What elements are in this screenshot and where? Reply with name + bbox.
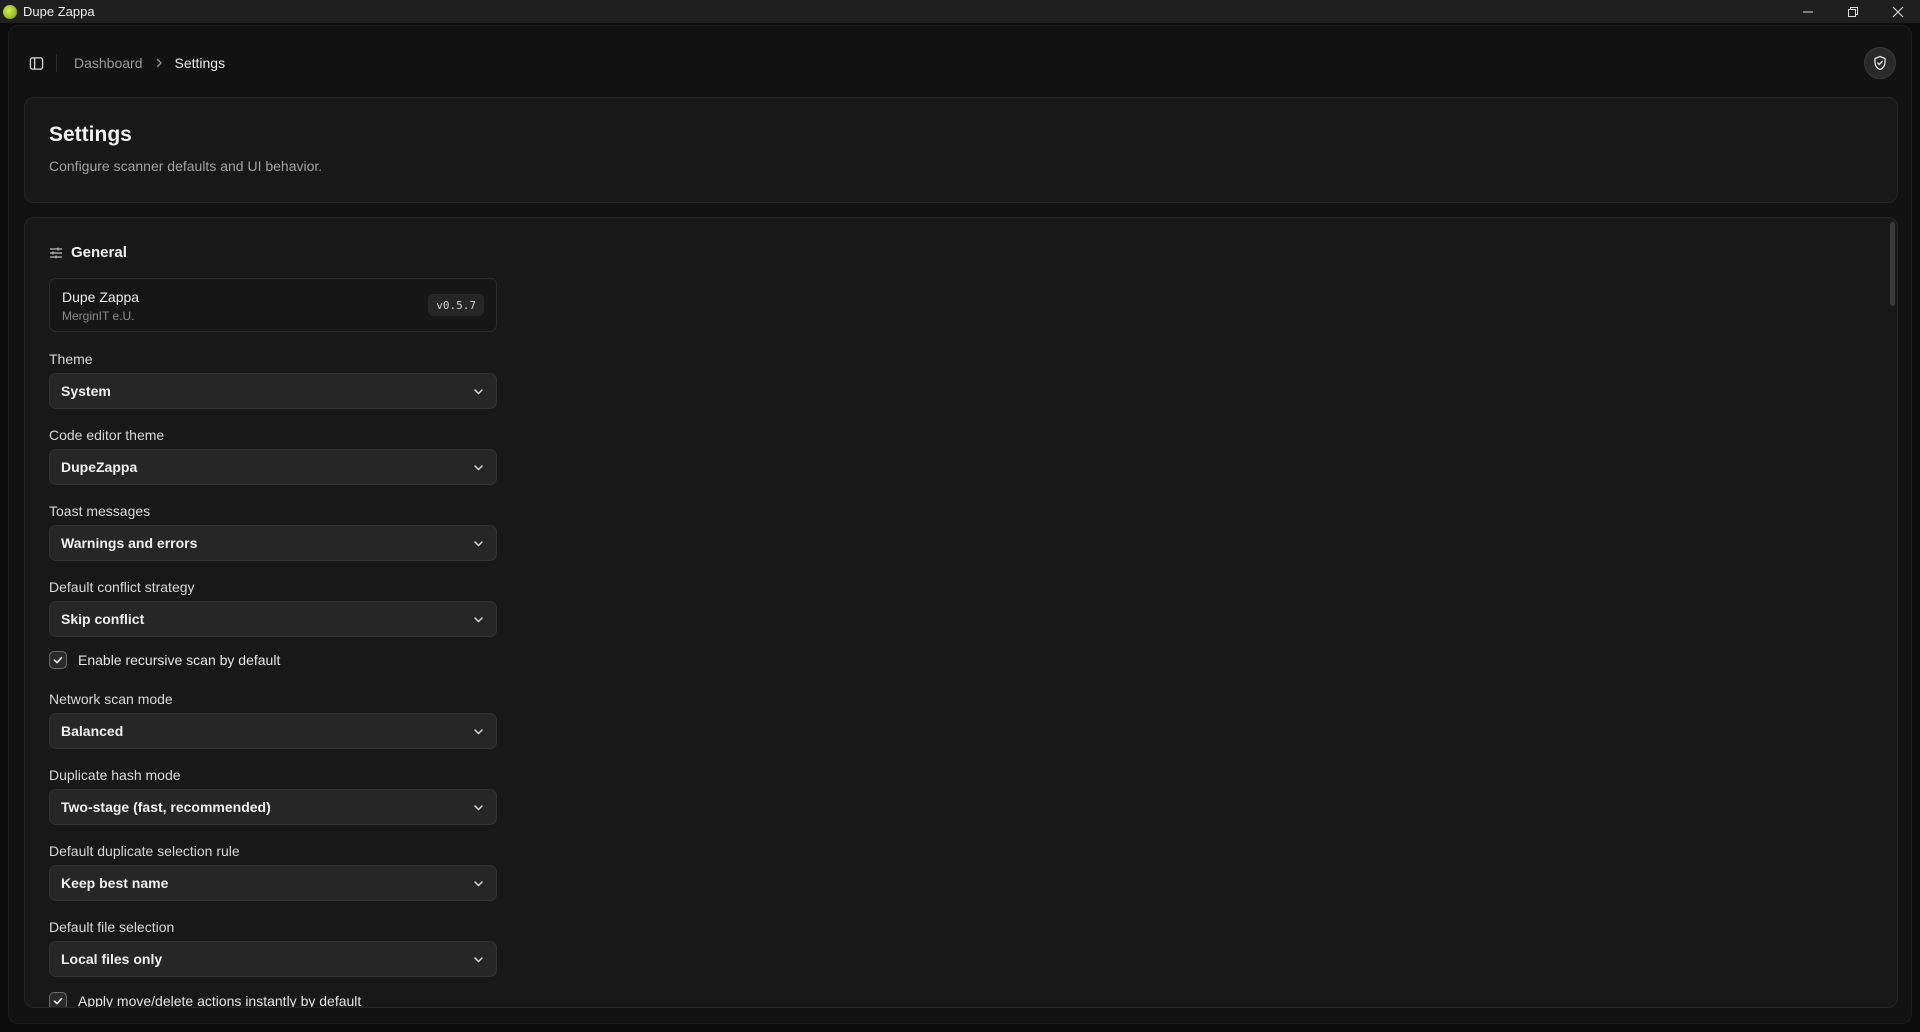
window-title: Dupe Zappa [23, 4, 95, 19]
recursive-scan-label: Enable recursive scan by default [78, 652, 281, 668]
restore-icon [1847, 6, 1858, 17]
page-header-card: Settings Configure scanner defaults and … [24, 97, 1898, 203]
close-button[interactable] [1875, 0, 1920, 23]
duplicate-selection-rule-select-value: Keep best name [61, 875, 169, 891]
about-card: Dupe Zappa MerginIT e.U. v0.5.7 [49, 278, 497, 332]
version-badge: v0.5.7 [428, 294, 484, 316]
file-selection-label: Default file selection [49, 919, 175, 935]
about-company: MerginIT e.U. [62, 309, 135, 323]
apply-instantly-checkbox[interactable] [49, 992, 67, 1007]
top-bar: Dashboard Settings [9, 26, 1911, 98]
conflict-strategy-label: Default conflict strategy [49, 579, 195, 595]
conflict-strategy-select-value: Skip conflict [61, 611, 145, 627]
network-scan-mode-label: Network scan mode [49, 691, 173, 707]
chevron-down-icon [472, 537, 485, 550]
code-editor-theme-label: Code editor theme [49, 427, 165, 443]
toast-messages-label: Toast messages [49, 503, 151, 519]
chevron-down-icon [472, 953, 485, 966]
toast-messages-select[interactable]: Warnings and errors [49, 525, 497, 561]
duplicate-hash-mode-select[interactable]: Two-stage (fast, recommended) [49, 789, 497, 825]
check-icon [53, 656, 63, 664]
window-controls [1785, 0, 1920, 23]
code-editor-theme-select-value: DupeZappa [61, 459, 138, 475]
file-selection-select[interactable]: Local files only [49, 941, 497, 977]
theme-label: Theme [49, 351, 93, 367]
shield-check-icon [1874, 55, 1886, 71]
sliders-icon [50, 247, 62, 258]
window-titlebar: Dupe Zappa [0, 0, 1920, 23]
duplicate-hash-mode-label: Duplicate hash mode [49, 767, 181, 783]
file-selection-select-value: Local files only [61, 951, 163, 967]
chevron-right-icon [153, 57, 165, 69]
chevron-down-icon [472, 801, 485, 814]
duplicate-selection-rule-select[interactable]: Keep best name [49, 865, 497, 901]
conflict-strategy-select[interactable]: Skip conflict [49, 601, 497, 637]
app-window: Dashboard Settings Settings Configure sc… [8, 25, 1912, 1024]
sidebar-panel-icon [29, 56, 43, 70]
code-editor-theme-select[interactable]: DupeZappa [49, 449, 497, 485]
network-scan-mode-select[interactable]: Balanced [49, 713, 497, 749]
general-section-title: General [71, 244, 127, 261]
minimize-icon [1802, 11, 1813, 12]
apply-instantly-label: Apply move/delete actions instantly by d… [78, 993, 362, 1008]
apply-instantly-checkbox-row[interactable]: Apply move/delete actions instantly by d… [49, 992, 362, 1008]
chevron-down-icon [472, 385, 485, 398]
close-icon [1892, 6, 1903, 17]
chevron-down-icon [472, 461, 485, 474]
recursive-scan-checkbox[interactable] [49, 651, 67, 669]
network-scan-mode-select-value: Balanced [61, 723, 124, 739]
theme-select[interactable]: System [49, 373, 497, 409]
check-icon [53, 997, 63, 1005]
duplicate-selection-rule-label: Default duplicate selection rule [49, 843, 240, 859]
general-section-header: General [49, 244, 127, 261]
recursive-scan-checkbox-row[interactable]: Enable recursive scan by default [49, 651, 280, 669]
sidebar-toggle-button[interactable] [27, 54, 45, 72]
chevron-down-icon [472, 613, 485, 626]
page-subtitle: Configure scanner defaults and UI behavi… [49, 158, 323, 174]
restore-button[interactable] [1830, 0, 1875, 23]
topbar-divider [56, 54, 57, 72]
app-logo-icon [3, 4, 17, 19]
breadcrumb-current: Settings [174, 55, 226, 71]
chevron-down-icon [472, 877, 485, 890]
about-app-name: Dupe Zappa [62, 289, 140, 305]
settings-panel: General Dupe Zappa MerginIT e.U. v0.5.7 … [24, 217, 1898, 1008]
security-status-button[interactable] [1864, 47, 1896, 79]
toast-messages-select-value: Warnings and errors [61, 535, 198, 551]
theme-select-value: System [61, 383, 111, 399]
chevron-down-icon [472, 725, 485, 738]
breadcrumb-dashboard-link[interactable]: Dashboard [74, 55, 143, 71]
page-title: Settings [49, 123, 132, 146]
minimize-button[interactable] [1785, 0, 1830, 23]
duplicate-hash-mode-select-value: Two-stage (fast, recommended) [61, 799, 271, 815]
breadcrumb: Dashboard Settings [74, 54, 225, 72]
scrollbar-thumb[interactable] [1890, 222, 1895, 306]
